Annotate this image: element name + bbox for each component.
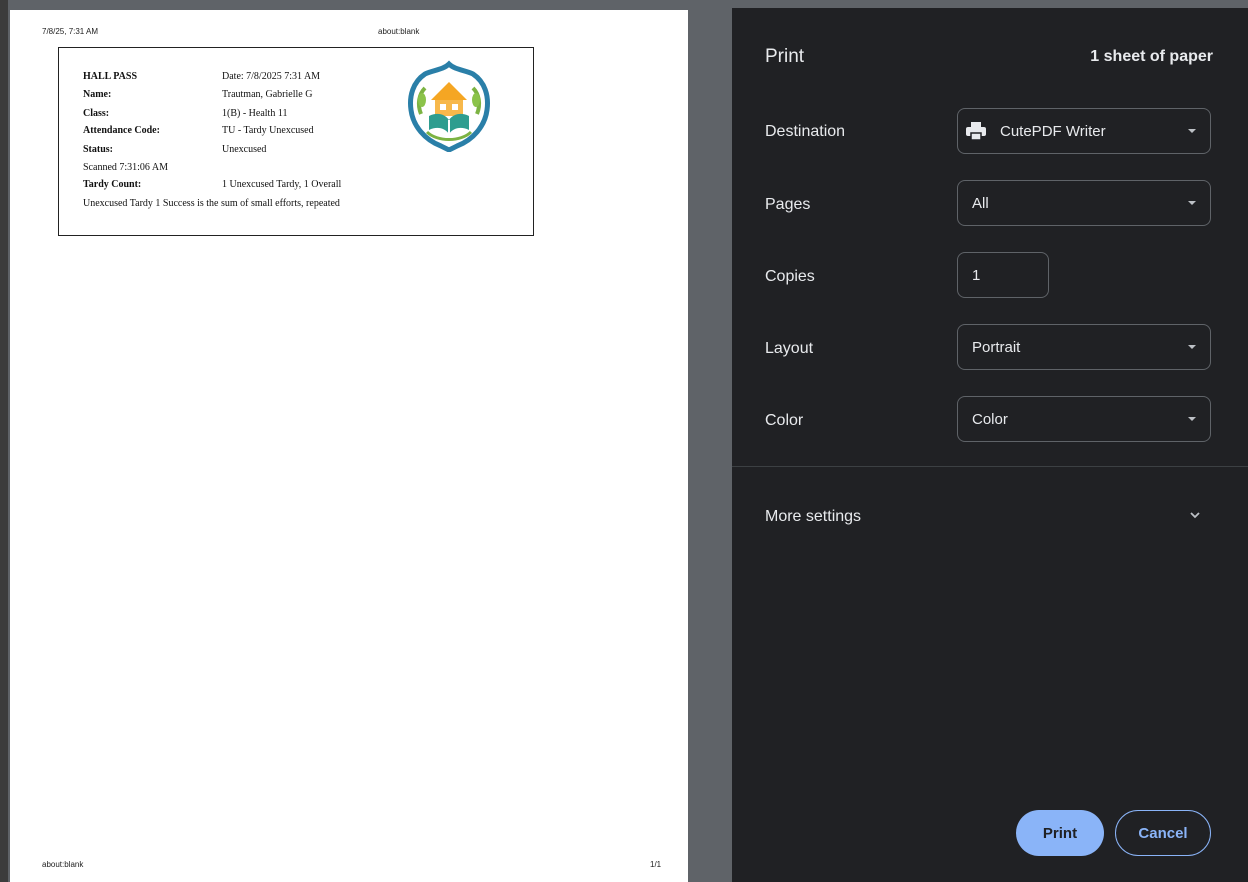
sheet-count: 1 sheet of paper [1090, 48, 1213, 65]
print-preview-area: 7/8/25, 7:31 AM about:blank HALL PASS Da… [0, 0, 732, 882]
name-value: Trautman, Gabrielle G [222, 89, 313, 100]
tardy-count-label: Tardy Count: [83, 179, 142, 190]
more-settings-toggle[interactable]: More settings [732, 494, 1248, 540]
status-value: Unexcused [222, 144, 267, 155]
school-crest-icon [408, 60, 490, 152]
section-divider [732, 466, 1248, 467]
page-header-datetime: 7/8/25, 7:31 AM [42, 27, 99, 36]
copies-value: 1 [972, 267, 981, 284]
printer-icon [966, 122, 986, 140]
chevron-down-icon [1190, 512, 1200, 519]
color-label: Color [765, 412, 804, 429]
hall-pass-title: HALL PASS [83, 71, 137, 82]
layout-value: Portrait [972, 339, 1021, 356]
hall-pass-card: HALL PASS Date: 7/8/2025 7:31 AM Name: T… [58, 47, 534, 236]
page-number: 1/1 [650, 860, 662, 869]
dropdown-arrow-icon [1188, 345, 1196, 349]
pages-label: Pages [765, 196, 811, 213]
scanned-time: Scanned 7:31:06 AM [83, 162, 168, 173]
layout-label: Layout [765, 340, 814, 357]
destination-value: CutePDF Writer [1000, 123, 1106, 140]
tardy-count-value: 1 Unexcused Tardy, 1 Overall [222, 179, 342, 190]
copies-label: Copies [765, 268, 815, 285]
print-button[interactable]: Print [1016, 810, 1104, 856]
destination-label: Destination [765, 123, 846, 140]
name-label: Name: [83, 89, 112, 100]
status-label: Status: [83, 144, 114, 155]
layout-select[interactable]: Portrait [957, 324, 1211, 370]
destination-select[interactable]: CutePDF Writer [957, 108, 1211, 154]
dropdown-arrow-icon [1188, 201, 1196, 205]
class-label: Class: [83, 108, 110, 119]
preview-page: 7/8/25, 7:31 AM about:blank HALL PASS Da… [10, 10, 688, 882]
pages-select[interactable]: All [957, 180, 1211, 226]
page-header-url: about:blank [378, 27, 420, 36]
preview-edge [0, 0, 8, 882]
color-value: Color [972, 411, 1008, 428]
pages-value: All [972, 195, 989, 212]
dropdown-arrow-icon [1188, 129, 1196, 133]
dropdown-arrow-icon [1188, 417, 1196, 421]
attendance-code-label: Attendance Code: [83, 125, 160, 136]
more-settings-label: More settings [765, 508, 862, 525]
print-settings-panel: Print 1 sheet of paper Destination CuteP… [732, 8, 1248, 882]
hall-pass-footer-text: Unexcused Tardy 1 Success is the sum of … [83, 198, 340, 209]
cancel-button[interactable]: Cancel [1115, 810, 1211, 856]
dialog-title: Print [765, 46, 805, 67]
page-footer-url: about:blank [42, 860, 84, 869]
color-select[interactable]: Color [957, 396, 1211, 442]
hall-pass-date: Date: 7/8/2025 7:31 AM [222, 71, 321, 82]
attendance-code-value: TU - Tardy Unexcused [222, 125, 314, 136]
copies-input[interactable]: 1 [957, 252, 1049, 298]
class-value: 1(B) - Health 11 [222, 108, 288, 119]
